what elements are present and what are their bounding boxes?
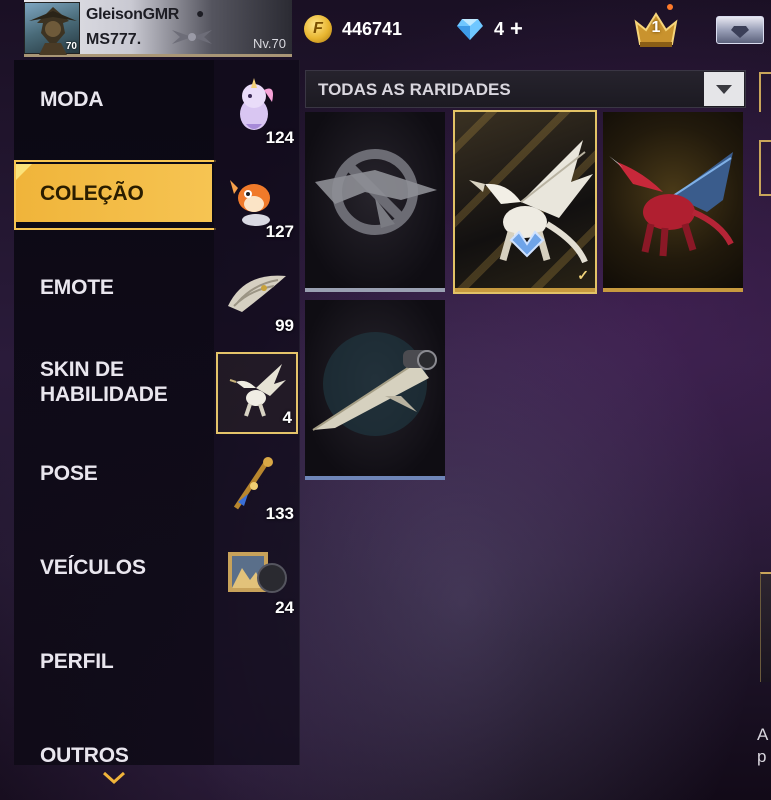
subcategory-count: 99 [275,316,294,335]
top-bar: 70 GleisonGMR ● MS777. Nv.70 F 446741 4 … [0,0,771,60]
subcategory-pets-2[interactable]: 127 [216,164,298,246]
wing-badge-icon [172,30,212,44]
guild-name: MS777. [86,31,142,48]
rarity-bar [305,288,445,292]
gold-coin-icon: F [304,15,332,43]
diamond-amount: 4 [494,18,505,39]
subcategory-column: 124 127 99 4 133 24 [214,60,300,765]
category-label: VEÍCULOS [40,555,146,579]
player-name: GleisonGMR [86,6,180,23]
rarity-bar [305,476,445,480]
subcategory-count: 127 [265,222,294,241]
dropdown-toggle-button[interactable] [704,72,744,106]
notification-dot [667,4,673,10]
category-colecao[interactable]: COLEÇÃO [14,160,216,230]
subcategory-count: 124 [265,128,294,147]
subcategory-banners[interactable]: 24 [216,540,298,622]
subcategory-pets[interactable]: 124 [216,70,298,152]
item-card-red-dragon[interactable] [603,112,743,292]
category-perfil[interactable]: PERFIL [14,632,214,690]
subcategory-count: 4 [282,408,292,427]
subcategory-skyboards[interactable]: 133 [216,446,298,528]
white-dragon-icon [469,140,593,264]
vault-button[interactable] [716,16,764,44]
category-skin-de-habilidade[interactable]: SKIN DE HABILIDADE [14,350,184,414]
apple-icon: ● [196,5,205,21]
gold-currency[interactable]: F 446741 [304,14,402,44]
add-diamonds-button[interactable]: + [510,16,523,42]
rarity-filter-dropdown[interactable]: TODAS AS RARIDADES [305,70,746,108]
jet-glider-icon [312,332,437,436]
subcategory-count: 133 [265,504,294,523]
subcategory-count: 24 [275,598,294,617]
avatar-level: 70 [65,41,77,52]
category-pose[interactable]: POSE [14,444,214,502]
diamond-icon [457,19,483,40]
equipped-check-icon: ✓ [577,267,589,283]
item-card-unequip[interactable] [305,112,445,292]
player-level: Nv.70 [253,36,286,51]
subcategory-parachutes[interactable]: 99 [216,258,298,340]
category-emote[interactable]: EMOTE [14,258,214,316]
red-dragon-icon [609,152,734,257]
rarity-bar [455,288,595,292]
side-panel-edge [759,72,771,112]
gold-amount: 446741 [342,18,403,39]
side-panel-edge [759,140,771,196]
category-label: COLEÇÃO [40,181,144,205]
rarity-bar [603,288,743,292]
item-card-white-dragon[interactable]: ✓ [453,110,597,294]
category-moda[interactable]: MODA [14,70,214,128]
subcategory-dragons[interactable]: 4 [216,352,298,434]
side-panel-edge [760,572,771,682]
category-veiculos[interactable]: VEÍCULOS [14,538,214,596]
category-label: MODA [40,87,104,111]
avatar[interactable]: 70 [24,2,80,55]
chevron-down-icon [716,84,732,94]
category-label: POSE [40,461,98,485]
vault-diamond-icon [731,26,749,38]
category-label: EMOTE [40,275,114,299]
category-label: PERFIL [40,649,114,673]
cropped-side-text: A p [757,725,768,766]
category-label: SKIN DE HABILIDADE [40,358,168,406]
rank-badge[interactable]: 1 [632,8,680,50]
item-card-jet-glider[interactable] [305,300,445,480]
unequip-icon [315,149,437,235]
category-menu: MODA COLEÇÃO EMOTE SKIN DE HABILIDADE PO… [14,60,216,767]
diamond-currency[interactable]: 4 + [456,14,523,44]
chevron-down-icon[interactable] [102,771,126,785]
player-profile-card[interactable]: 70 GleisonGMR ● MS777. Nv.70 [24,0,292,57]
rarity-filter-label: TODAS AS RARIDADES [318,80,511,99]
rank-number: 1 [651,19,661,36]
category-label: OUTROS [40,743,129,767]
